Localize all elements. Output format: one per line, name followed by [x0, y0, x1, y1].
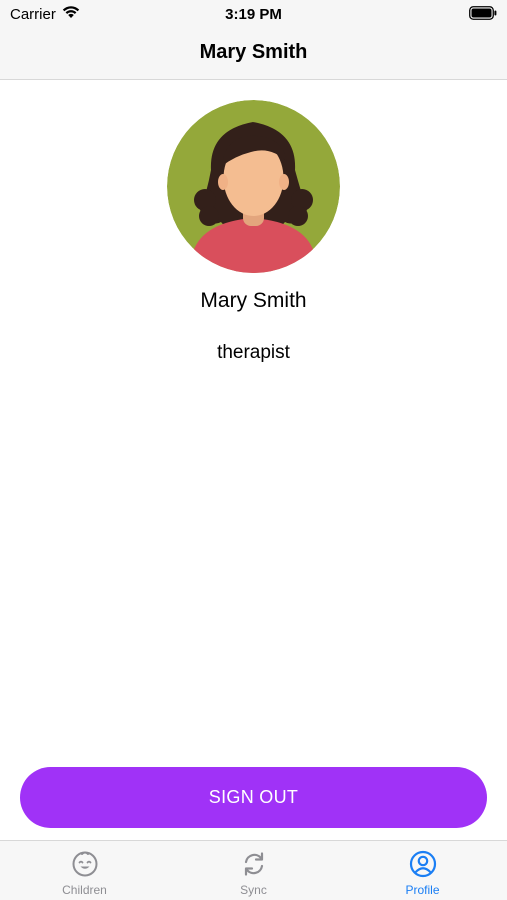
sign-out-button[interactable]: SIGN OUT [20, 767, 487, 828]
tab-label: Sync [240, 883, 267, 897]
tab-children[interactable]: Children [0, 841, 169, 900]
tab-profile[interactable]: Profile [338, 841, 507, 900]
tab-bar: Children Sync Profile [0, 840, 507, 900]
tab-label: Children [62, 883, 107, 897]
status-time: 3:19 PM [225, 6, 282, 23]
avatar [167, 100, 340, 273]
tab-sync[interactable]: Sync [169, 841, 338, 900]
profile-role: therapist [217, 342, 290, 363]
status-bar: Carrier 3:19 PM [0, 0, 507, 28]
profile-name: Mary Smith [200, 289, 307, 312]
battery-icon [469, 6, 497, 20]
baby-face-icon [72, 851, 97, 877]
navigation-bar: Mary Smith [0, 28, 507, 80]
nav-title: Mary Smith [199, 41, 308, 63]
woman-avatar-icon [167, 100, 340, 273]
sync-icon [244, 852, 263, 876]
profile-icon [409, 850, 436, 878]
profile-screen: Carrier 3:19 PM Mary Smith Mary Smith th… [0, 0, 507, 900]
tab-label: Profile [405, 883, 440, 897]
